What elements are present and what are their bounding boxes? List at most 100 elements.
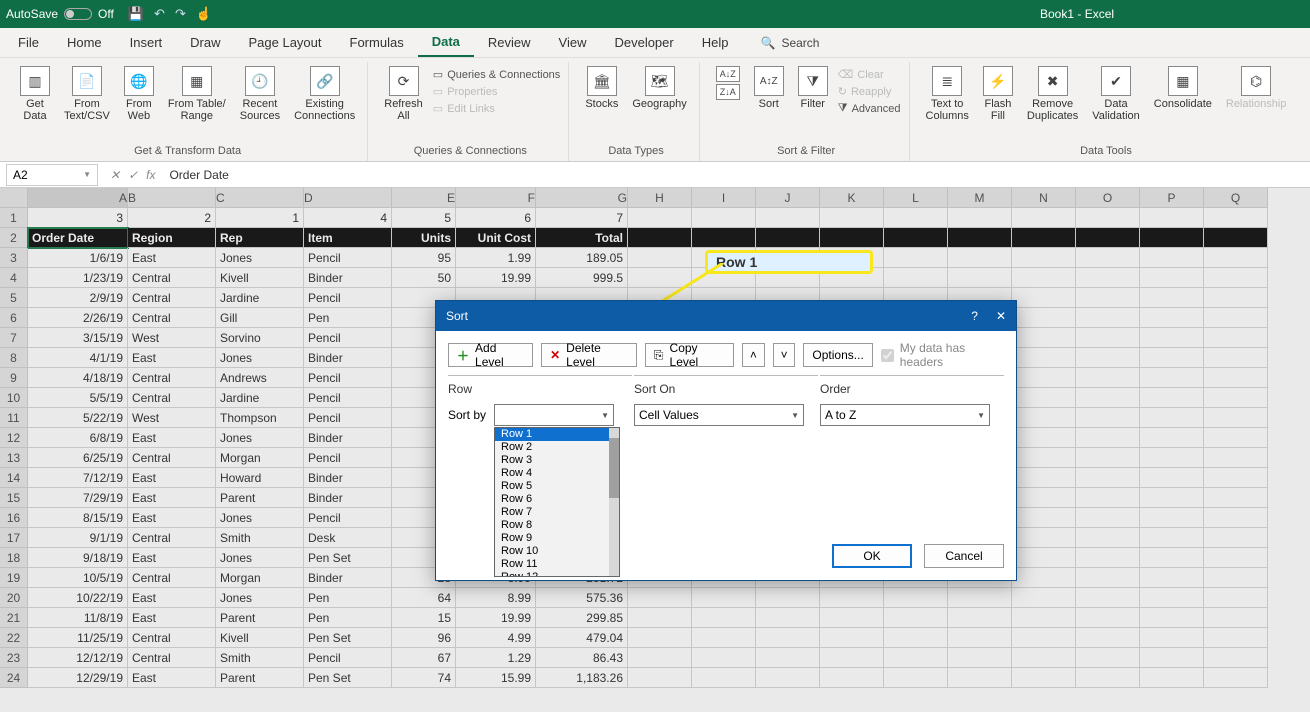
cell[interactable]: Jardine	[216, 388, 304, 408]
row-header[interactable]: 9	[0, 368, 28, 388]
cell[interactable]	[884, 608, 948, 628]
add-level-button[interactable]: ＋Add Level	[448, 343, 533, 367]
col-header[interactable]: I	[692, 188, 756, 208]
col-header[interactable]: F	[456, 188, 536, 208]
cell[interactable]: Pencil	[304, 388, 392, 408]
cell[interactable]	[1076, 288, 1140, 308]
cell[interactable]	[948, 588, 1012, 608]
cell[interactable]: 9/18/19	[28, 548, 128, 568]
cell[interactable]	[1012, 668, 1076, 688]
cell[interactable]: 1	[216, 208, 304, 228]
cell[interactable]: Pencil	[304, 648, 392, 668]
cell[interactable]: 1.29	[456, 648, 536, 668]
cell[interactable]	[1076, 668, 1140, 688]
cancel-button[interactable]: Cancel	[924, 544, 1004, 568]
cell[interactable]	[1204, 268, 1268, 288]
sort-button[interactable]: A↕ZSort	[750, 62, 788, 143]
cell[interactable]	[1012, 328, 1076, 348]
cell[interactable]	[1204, 668, 1268, 688]
cell[interactable]: Unit Cost	[456, 228, 536, 248]
cell[interactable]	[1076, 228, 1140, 248]
formula-input[interactable]: Order Date	[169, 168, 228, 182]
col-header[interactable]: A	[28, 188, 128, 208]
select-all-corner[interactable]	[0, 188, 28, 208]
fx-icon[interactable]: fx	[146, 168, 155, 182]
cell[interactable]	[1140, 228, 1204, 248]
cell[interactable]	[1076, 528, 1140, 548]
cell[interactable]	[1140, 368, 1204, 388]
cell[interactable]	[1204, 468, 1268, 488]
cell[interactable]: 2	[128, 208, 216, 228]
delete-level-button[interactable]: ✕Delete Level	[541, 343, 637, 367]
cell[interactable]: Desk	[304, 528, 392, 548]
cell[interactable]	[1012, 228, 1076, 248]
cell[interactable]	[1012, 268, 1076, 288]
cell[interactable]	[756, 668, 820, 688]
cell[interactable]: Jones	[216, 428, 304, 448]
cell[interactable]	[820, 648, 884, 668]
relationships-button[interactable]: ⌬Relationship	[1222, 62, 1291, 143]
cell[interactable]: Kivell	[216, 628, 304, 648]
reapply-link[interactable]: ↻Reapply	[838, 85, 892, 98]
cell[interactable]: 7	[536, 208, 628, 228]
dropdown-option[interactable]: Row 5	[495, 480, 619, 493]
row-header[interactable]: 15	[0, 488, 28, 508]
cell[interactable]: Item	[304, 228, 392, 248]
tab-formulas[interactable]: Formulas	[336, 29, 418, 56]
cell[interactable]: Parent	[216, 608, 304, 628]
cell[interactable]	[1204, 528, 1268, 548]
cell[interactable]: East	[128, 548, 216, 568]
col-header[interactable]: Q	[1204, 188, 1268, 208]
cell[interactable]: Total	[536, 228, 628, 248]
tab-view[interactable]: View	[545, 29, 601, 56]
sort-by-combo[interactable]: ▼	[494, 404, 614, 426]
cell[interactable]	[948, 208, 1012, 228]
dropdown-option[interactable]: Row 8	[495, 519, 619, 532]
cell[interactable]	[1012, 368, 1076, 388]
cancel-icon[interactable]: ✕	[110, 168, 120, 182]
cell[interactable]: Units	[392, 228, 456, 248]
cell[interactable]: East	[128, 428, 216, 448]
cell[interactable]	[1012, 208, 1076, 228]
dropdown-option[interactable]: Row 2	[495, 441, 619, 454]
cell[interactable]	[1140, 388, 1204, 408]
cell[interactable]	[1204, 488, 1268, 508]
order-combo[interactable]: A to Z ▼	[820, 404, 990, 426]
col-header[interactable]: N	[1012, 188, 1076, 208]
col-header[interactable]: M	[948, 188, 1012, 208]
tab-insert[interactable]: Insert	[116, 29, 177, 56]
cell[interactable]	[820, 588, 884, 608]
cell[interactable]	[948, 668, 1012, 688]
cell[interactable]: Binder	[304, 468, 392, 488]
cell[interactable]	[1012, 548, 1076, 568]
ok-button[interactable]: OK	[832, 544, 912, 568]
cell[interactable]	[1140, 248, 1204, 268]
col-header[interactable]: L	[884, 188, 948, 208]
advanced-link[interactable]: ⧩Advanced	[838, 102, 901, 115]
cell[interactable]: Binder	[304, 428, 392, 448]
cell[interactable]: Jardine	[216, 288, 304, 308]
cell[interactable]: Jones	[216, 548, 304, 568]
cell[interactable]	[1204, 408, 1268, 428]
cell[interactable]	[628, 208, 692, 228]
search-button[interactable]: 🔍 Search	[760, 36, 819, 50]
cell[interactable]: Order Date	[28, 228, 128, 248]
row-header[interactable]: 10	[0, 388, 28, 408]
cell[interactable]	[1140, 448, 1204, 468]
cell[interactable]: 2/26/19	[28, 308, 128, 328]
cell[interactable]	[820, 228, 884, 248]
cell[interactable]: Pencil	[304, 448, 392, 468]
row-header[interactable]: 4	[0, 268, 28, 288]
cell[interactable]	[1140, 568, 1204, 588]
cell[interactable]: 86.43	[536, 648, 628, 668]
cell[interactable]	[1012, 348, 1076, 368]
cell[interactable]: East	[128, 348, 216, 368]
cell[interactable]: Binder	[304, 568, 392, 588]
cell[interactable]	[1012, 508, 1076, 528]
row-header[interactable]: 12	[0, 428, 28, 448]
cell[interactable]: 1/6/19	[28, 248, 128, 268]
col-header[interactable]: J	[756, 188, 820, 208]
cell[interactable]: 479.04	[536, 628, 628, 648]
cell[interactable]	[884, 268, 948, 288]
cell[interactable]	[1076, 588, 1140, 608]
